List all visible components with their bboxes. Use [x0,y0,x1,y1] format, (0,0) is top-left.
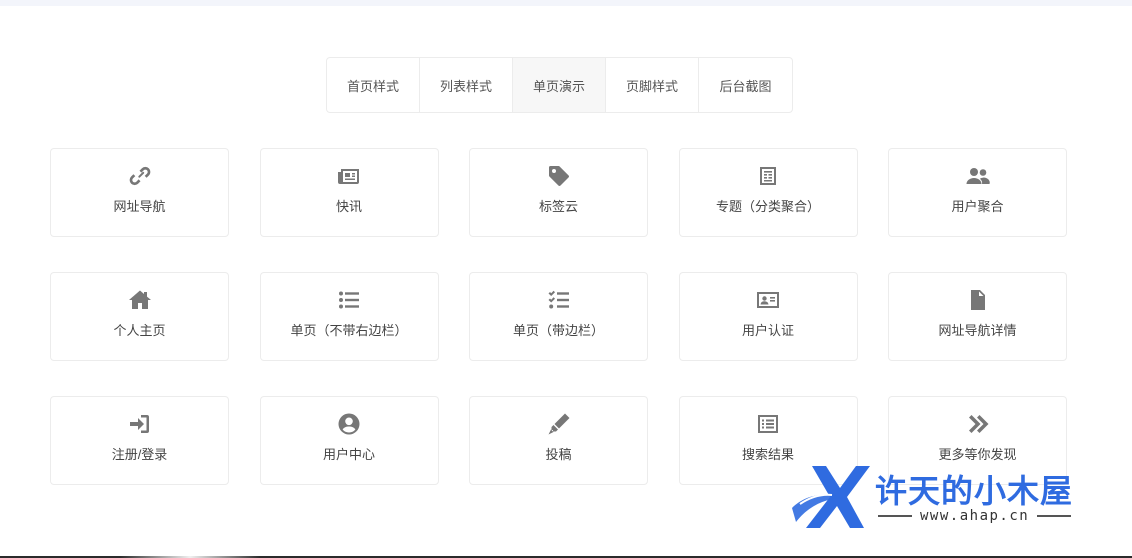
card-topic-aggregation[interactable]: 专题（分类聚合） [678,148,858,237]
card-label: 网址导航 [113,199,166,214]
card-label: 个人主页 [113,323,166,338]
card-label: 用户中心 [322,447,375,462]
tab-home-style[interactable]: 首页样式 [327,58,420,112]
card-single-page-sidebar[interactable]: 单页（带边栏） [469,272,648,361]
card-label: 专题（分类聚合） [715,199,820,214]
list-alt-icon [755,411,781,437]
double-chevron-right-icon [965,411,991,437]
card-user-aggregation[interactable]: 用户聚合 [888,148,1067,237]
card-site-nav-detail[interactable]: 网址导航详情 [888,272,1067,361]
checklist-icon [546,287,572,313]
users-icon [965,163,991,189]
page-card-grid: 网址导航 快讯 标签云 专题（分类聚合） 用户聚合 个人主页 单页（不带右边栏）… [50,148,1067,485]
pen-icon [546,411,572,437]
newspaper-icon [336,163,362,189]
id-card-icon [755,287,781,313]
card-label: 用户聚合 [951,199,1004,214]
x-logo-icon [792,466,870,528]
tab-footer-style[interactable]: 页脚样式 [606,58,699,112]
watermark-logo: 许天的小木屋 www.ahap.cn [792,462,1112,530]
tab-list-style[interactable]: 列表样式 [420,58,513,112]
tag-icon [546,163,572,189]
card-label: 快讯 [335,199,362,214]
card-label: 搜索结果 [741,447,794,462]
card-single-page-no-sidebar[interactable]: 单页（不带右边栏） [259,272,439,361]
card-label: 单页（不带右边栏） [290,323,408,338]
watermark-brand: 许天的小木屋 [875,472,1074,510]
card-label: 投稿 [545,447,572,462]
list-icon [336,287,362,313]
card-label: 用户认证 [741,323,794,338]
divider [878,515,912,517]
card-label: 注册/登录 [111,447,168,462]
sign-in-icon [127,411,153,437]
user-circle-icon [336,411,362,437]
card-tag-cloud[interactable]: 标签云 [469,148,648,237]
card-site-nav[interactable]: 网址导航 [50,148,229,237]
card-submit-post[interactable]: 投稿 [469,396,648,485]
watermark-domain-row: www.ahap.cn [878,508,1072,524]
card-label: 单页（带边栏） [512,323,604,338]
topic-board-icon [755,163,781,189]
divider [1037,515,1072,517]
home-icon [127,287,153,313]
watermark-domain: www.ahap.cn [920,508,1030,524]
demo-tabs: 首页样式 列表样式 单页演示 页脚样式 后台截图 [326,57,793,113]
tab-admin-screenshots[interactable]: 后台截图 [699,58,792,112]
card-personal-home[interactable]: 个人主页 [50,272,229,361]
card-user-center[interactable]: 用户中心 [259,396,439,485]
card-label: 标签云 [538,199,578,214]
card-label: 网址导航详情 [938,323,1017,338]
card-news-flash[interactable]: 快讯 [259,148,439,237]
card-user-verification[interactable]: 用户认证 [678,272,858,361]
top-strip [0,0,1132,6]
tab-single-page-demo[interactable]: 单页演示 [513,58,606,112]
link-icon [127,163,153,189]
card-register-login[interactable]: 注册/登录 [50,396,229,485]
document-icon [965,287,991,313]
